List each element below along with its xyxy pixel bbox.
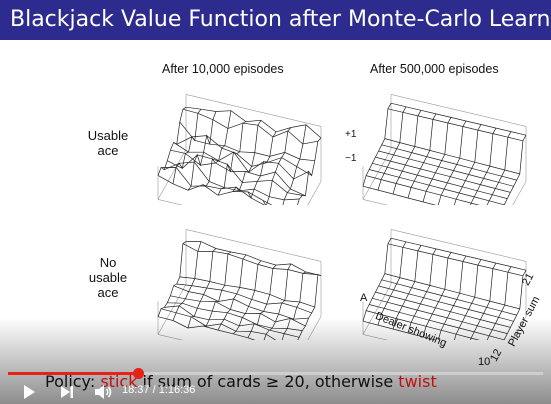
surface-grid-line [297,137,322,205]
surface-grid-line [161,167,265,205]
surface-grid-line [173,285,309,320]
plot-frame-line [390,94,527,127]
video-time: 18:37 / 1:16:36 [122,384,196,396]
surface-grid-line [390,102,527,136]
surface-grid-line [173,142,309,180]
plot-frame-line [185,94,322,127]
plot-frame-line [390,229,527,262]
z-tick-minus-one: −1 [345,153,357,164]
next-icon [61,386,73,398]
column-label-10000: After 10,000 episodes [162,62,284,76]
column-label-500000: After 500,000 episodes [370,62,499,76]
surface-grid-line [390,237,527,271]
play-icon [24,385,35,399]
surface-grid-line [381,279,517,316]
volume-button[interactable] [94,380,114,404]
surface-grid-line [202,251,232,327]
video-scrubber-handle[interactable] [133,368,144,379]
surface-grid-line [366,175,480,205]
surface-grid-line [282,124,307,205]
surface-grid-line [422,117,452,202]
next-button[interactable] [60,380,74,404]
surface-grid-line [378,150,514,187]
surface-plot-usable-10000 [157,94,322,205]
surface-grid-line [384,138,520,175]
volume-icon [95,385,112,399]
dealer-axis-tick-ace: A [360,292,368,304]
surface-grid-line [186,241,322,276]
video-controls: 18:37 / 1:16:36 [0,380,551,404]
surface-plot-usable-500000 [362,94,527,205]
row-label-line: ace [97,285,119,300]
plot-frame-line [512,181,527,205]
surface-grid-line [185,106,322,139]
surface-grid-line [381,144,517,181]
surface-grid-line [157,241,187,317]
surface-grid-line [392,110,422,195]
row-label-line: Usable [87,128,129,143]
row-label-no-usable-ace: No usable ace [78,255,138,300]
surface-grid-line [392,245,422,330]
surface-grid-line [503,135,527,205]
row-label-line: No [99,255,117,270]
surface-grid-line [387,243,523,277]
row-label-line: ace [97,143,119,158]
surface-grid-line [232,120,262,192]
surface-grid-line [384,273,520,310]
row-label-usable-ace: Usable ace [78,128,138,158]
surface-grid-line [369,169,505,205]
surface-grid-line [164,161,300,201]
video-progress-fill [8,372,138,375]
plot-frame-line [185,229,322,262]
video-progress-bar[interactable] [8,368,543,379]
z-tick-plus-one: +1 [345,129,357,140]
play-button[interactable] [22,380,36,404]
plot-frame-line [157,199,183,205]
surface-grid-line [372,162,508,199]
surface-grid-line [362,185,437,205]
surface-grid-line [187,248,217,329]
surface-grid-line [387,108,523,142]
surface-grid-line [377,106,407,191]
surface-grid-line [378,285,514,322]
row-label-line: usable [88,270,128,285]
surface-grid-line [407,113,437,199]
slide-title: Blackjack Value Function after Monte-Car… [0,0,551,40]
surface-grid-line [157,106,187,176]
surface-grid-line [187,111,217,191]
surface-grid-line [179,121,315,162]
surface-grid-line [182,243,318,275]
surface-grid-line [172,108,202,184]
